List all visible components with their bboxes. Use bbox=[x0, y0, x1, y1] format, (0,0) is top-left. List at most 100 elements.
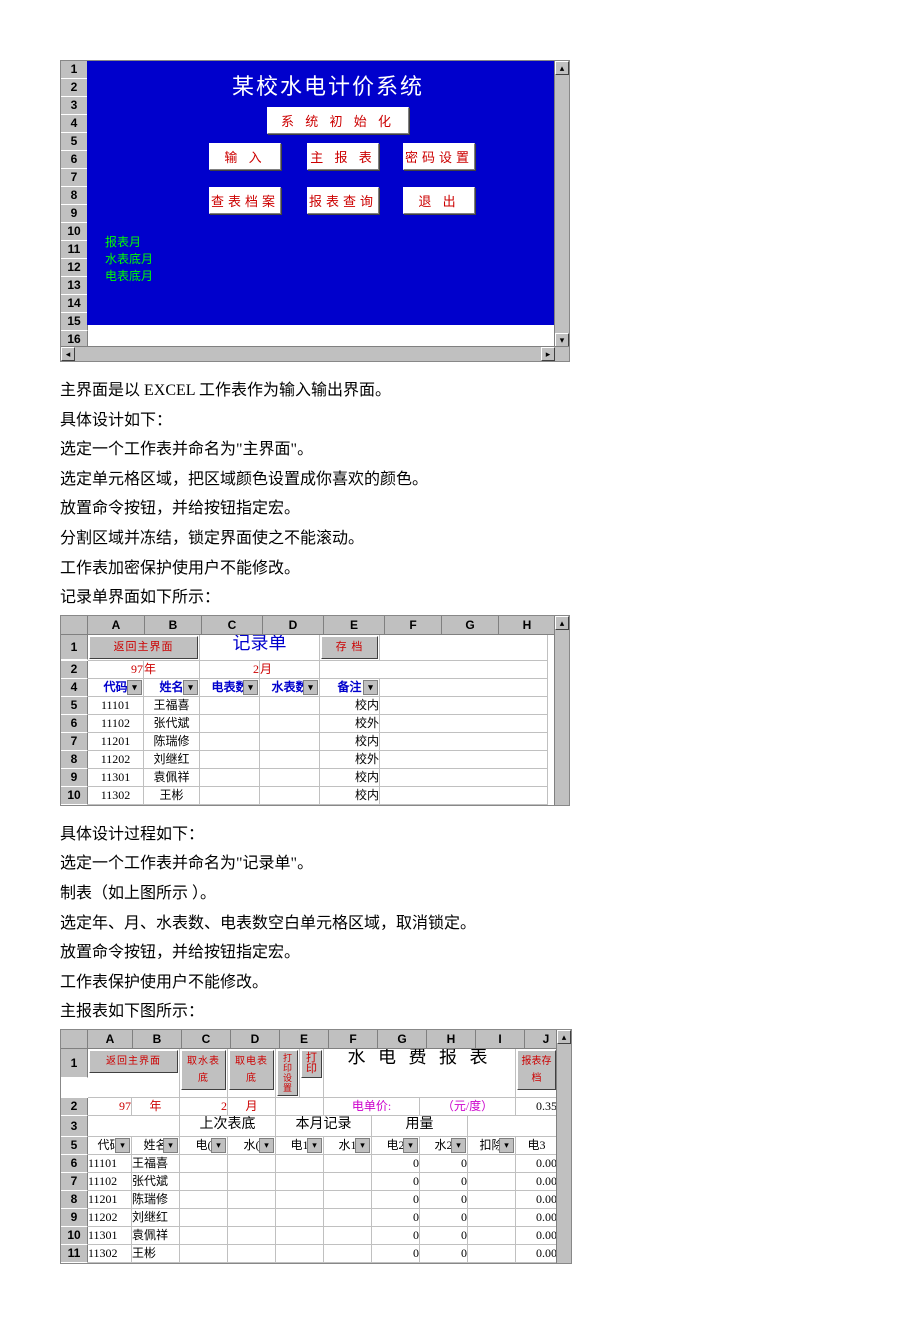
e0-cell[interactable] bbox=[180, 1227, 228, 1245]
remark-cell: 校内 bbox=[320, 787, 380, 805]
e1-cell[interactable] bbox=[276, 1191, 324, 1209]
print-setup-button[interactable]: 打印设置 bbox=[277, 1050, 298, 1096]
price-value[interactable]: 0.35 bbox=[516, 1098, 558, 1116]
empty-cell bbox=[380, 697, 548, 715]
scroll-down-icon[interactable]: ▾ bbox=[555, 333, 569, 347]
water-cell[interactable] bbox=[260, 715, 320, 733]
water-header[interactable]: 水表数 bbox=[260, 679, 320, 697]
elec-cell[interactable] bbox=[200, 697, 260, 715]
w2-header[interactable]: 水2 bbox=[420, 1137, 468, 1155]
e1-cell[interactable] bbox=[276, 1227, 324, 1245]
scroll-up-icon[interactable]: ▴ bbox=[555, 61, 569, 75]
water-base-month-label: 水表底月 bbox=[105, 250, 153, 267]
elec-cell[interactable] bbox=[200, 751, 260, 769]
empty-cell bbox=[320, 661, 548, 679]
w1-cell[interactable] bbox=[324, 1245, 372, 1263]
scroll-up-icon[interactable]: ▴ bbox=[557, 1030, 571, 1044]
deduct-cell[interactable] bbox=[468, 1173, 516, 1191]
e1-header[interactable]: 电1 bbox=[276, 1137, 324, 1155]
w1-cell[interactable] bbox=[324, 1173, 372, 1191]
save-report-button[interactable]: 报表存档 bbox=[517, 1050, 556, 1090]
col-header: F bbox=[329, 1030, 378, 1049]
e0-cell[interactable] bbox=[180, 1155, 228, 1173]
water-cell[interactable] bbox=[260, 751, 320, 769]
e1-cell[interactable] bbox=[276, 1209, 324, 1227]
print-button[interactable]: 打印 bbox=[301, 1050, 322, 1078]
month-value[interactable]: 2 bbox=[180, 1098, 228, 1116]
year-value[interactable]: 97 bbox=[88, 661, 144, 679]
deduct-cell[interactable] bbox=[468, 1227, 516, 1245]
e3-header: 电3 bbox=[516, 1137, 558, 1155]
init-button[interactable]: 系 统 初 始 化 bbox=[267, 107, 409, 134]
name-header[interactable]: 姓名 bbox=[132, 1137, 180, 1155]
elec-cell[interactable] bbox=[200, 769, 260, 787]
elec-cell[interactable] bbox=[200, 715, 260, 733]
back-button[interactable]: 返回主界面 bbox=[89, 1050, 178, 1073]
scroll-up-icon[interactable]: ▴ bbox=[555, 616, 569, 630]
w0-cell[interactable] bbox=[228, 1245, 276, 1263]
input-button[interactable]: 输 入 bbox=[209, 143, 281, 170]
back-button[interactable]: 返回主界面 bbox=[89, 636, 198, 659]
remark-header[interactable]: 备注 bbox=[320, 679, 380, 697]
w0-cell[interactable] bbox=[228, 1173, 276, 1191]
water-cell[interactable] bbox=[260, 697, 320, 715]
year-value[interactable]: 97 bbox=[88, 1098, 132, 1116]
w0-cell[interactable] bbox=[228, 1155, 276, 1173]
row-header: 6 bbox=[61, 1155, 88, 1173]
deduct-cell[interactable] bbox=[468, 1155, 516, 1173]
e1-cell[interactable] bbox=[276, 1245, 324, 1263]
password-button[interactable]: 密码设置 bbox=[403, 143, 475, 170]
w0-cell[interactable] bbox=[228, 1209, 276, 1227]
e0-header[interactable]: 电( bbox=[180, 1137, 228, 1155]
deduct-header[interactable]: 扣除 bbox=[468, 1137, 516, 1155]
e0-cell[interactable] bbox=[180, 1173, 228, 1191]
scrollbar-v[interactable]: ▴ ▾ bbox=[554, 61, 569, 347]
row-header: 2 bbox=[61, 661, 88, 679]
get-elec-button[interactable]: 取电表底 bbox=[229, 1050, 274, 1090]
w1-header[interactable]: 水1 bbox=[324, 1137, 372, 1155]
code-header[interactable]: 代码 bbox=[88, 1137, 132, 1155]
month-value[interactable]: 2 bbox=[200, 661, 260, 679]
get-water-button[interactable]: 取水表底 bbox=[181, 1050, 226, 1090]
col-header: E bbox=[280, 1030, 329, 1049]
w1-cell[interactable] bbox=[324, 1155, 372, 1173]
scrollbar-h[interactable]: ◂ ▸ bbox=[61, 346, 569, 361]
w0-cell[interactable] bbox=[228, 1191, 276, 1209]
water-cell[interactable] bbox=[260, 769, 320, 787]
scrollbar-v[interactable]: ▴ bbox=[554, 616, 569, 805]
code-header[interactable]: 代码 bbox=[88, 679, 144, 697]
deduct-cell[interactable] bbox=[468, 1191, 516, 1209]
e1-cell[interactable] bbox=[276, 1155, 324, 1173]
e2-header[interactable]: 电2 bbox=[372, 1137, 420, 1155]
elec-cell[interactable] bbox=[200, 787, 260, 805]
e0-cell[interactable] bbox=[180, 1209, 228, 1227]
deduct-cell[interactable] bbox=[468, 1209, 516, 1227]
e0-cell[interactable] bbox=[180, 1191, 228, 1209]
main-interface-screenshot: 12345678910111213141516 某校水电计价系统 系 统 初 始… bbox=[60, 60, 570, 362]
save-button[interactable]: 存 档 bbox=[321, 636, 378, 659]
deduct-cell[interactable] bbox=[468, 1245, 516, 1263]
water-cell[interactable] bbox=[260, 733, 320, 751]
name-header[interactable]: 姓名 bbox=[144, 679, 200, 697]
w1-cell[interactable] bbox=[324, 1209, 372, 1227]
query-button[interactable]: 报表查询 bbox=[307, 187, 379, 214]
exit-button[interactable]: 退 出 bbox=[403, 187, 475, 214]
scrollbar-v[interactable]: ▴ bbox=[556, 1030, 571, 1263]
report-button[interactable]: 主 报 表 bbox=[307, 143, 379, 170]
water-cell[interactable] bbox=[260, 787, 320, 805]
w1-cell[interactable] bbox=[324, 1227, 372, 1245]
w0-header[interactable]: 水( bbox=[228, 1137, 276, 1155]
elec-cell[interactable] bbox=[200, 733, 260, 751]
row-header: 11 bbox=[61, 1245, 88, 1263]
scroll-left-icon[interactable]: ◂ bbox=[61, 347, 75, 361]
w1-cell[interactable] bbox=[324, 1191, 372, 1209]
row-header: 8 bbox=[61, 1191, 88, 1209]
archive-button[interactable]: 查表档案 bbox=[209, 187, 281, 214]
e1-cell[interactable] bbox=[276, 1173, 324, 1191]
scroll-right-icon[interactable]: ▸ bbox=[541, 347, 555, 361]
row-header: 6 bbox=[61, 715, 88, 733]
row-header: 7 bbox=[61, 733, 88, 751]
e0-cell[interactable] bbox=[180, 1245, 228, 1263]
w0-cell[interactable] bbox=[228, 1227, 276, 1245]
elec-header[interactable]: 电表数 bbox=[200, 679, 260, 697]
